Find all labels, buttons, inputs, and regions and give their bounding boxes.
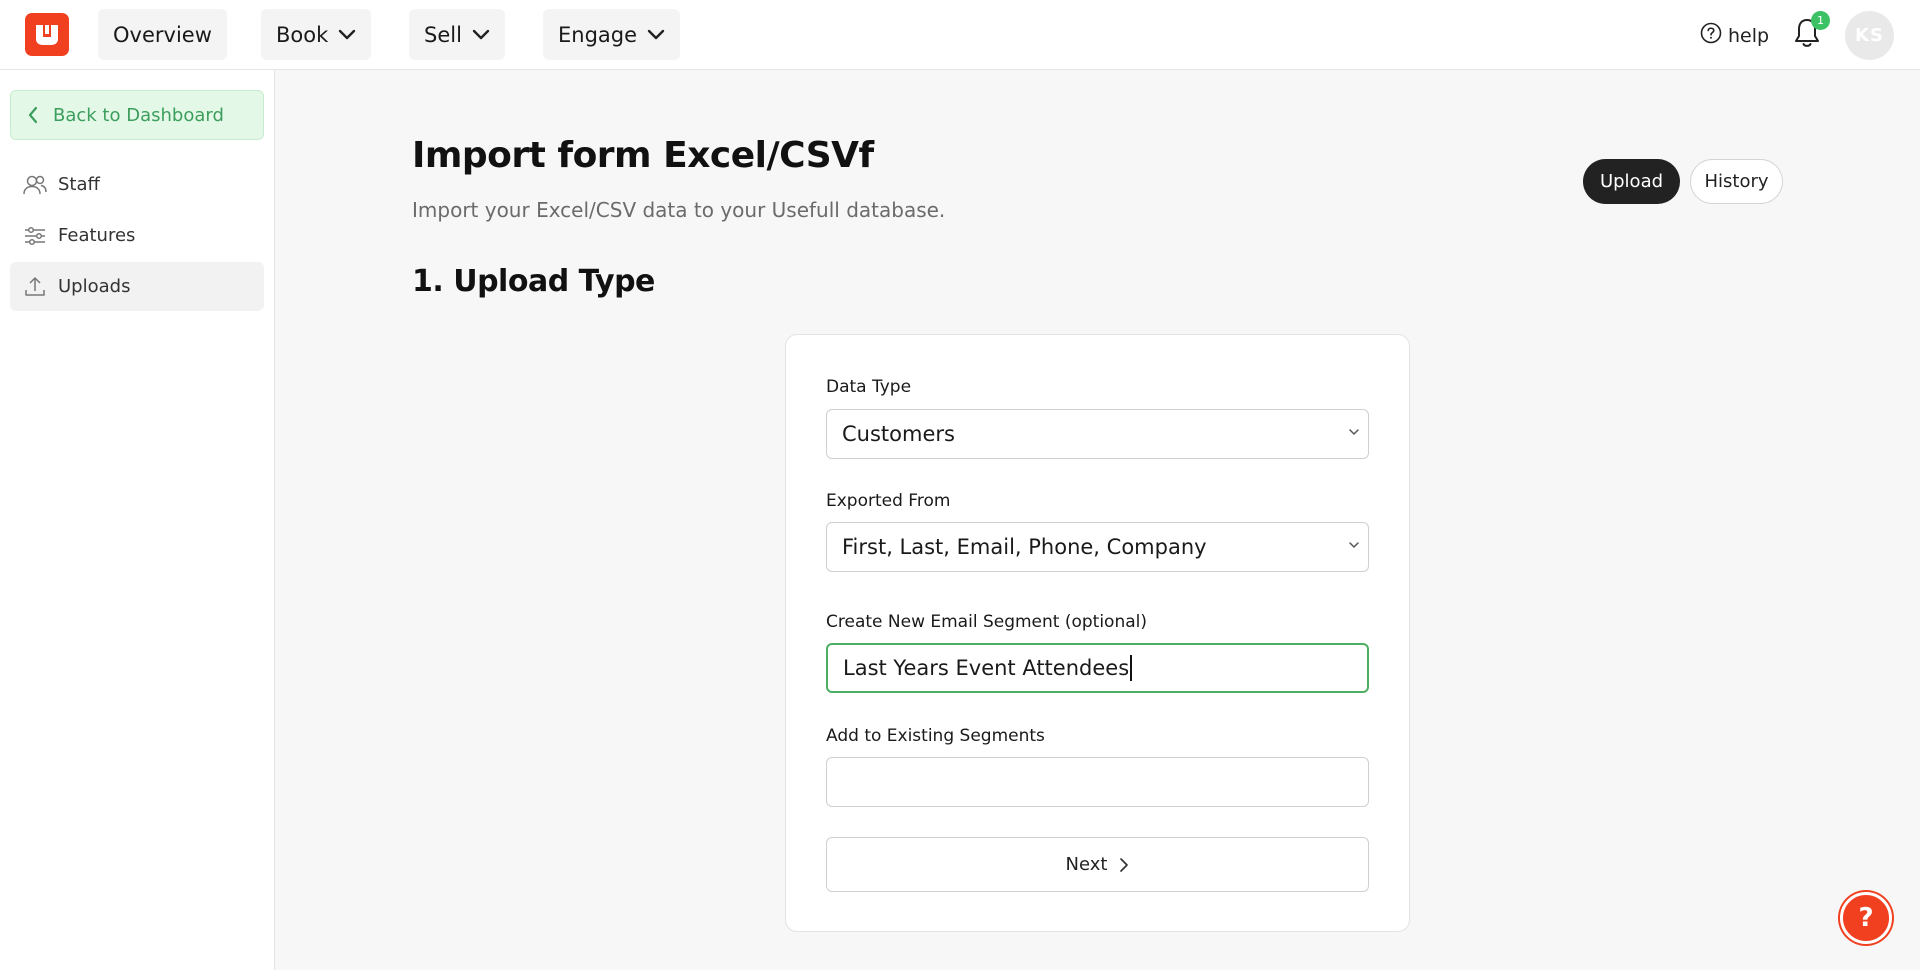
data-type-value: Customers bbox=[842, 422, 955, 446]
staff-icon bbox=[22, 172, 48, 198]
sidebar-item-features[interactable]: Features bbox=[10, 211, 264, 260]
help-link[interactable]: help bbox=[1700, 22, 1769, 49]
chevron-down-icon bbox=[1348, 540, 1360, 550]
nav-overview-label: Overview bbox=[113, 22, 212, 47]
chevron-left-icon bbox=[27, 106, 39, 124]
nav-sell-label: Sell bbox=[424, 22, 462, 47]
chevron-down-icon bbox=[338, 29, 356, 41]
chevron-down-icon bbox=[1348, 427, 1360, 437]
nav-engage[interactable]: Engage bbox=[543, 9, 681, 60]
nav-book-label: Book bbox=[276, 22, 329, 47]
nav-sell[interactable]: Sell bbox=[409, 9, 505, 60]
chevron-down-icon bbox=[647, 29, 665, 41]
next-button[interactable]: Next bbox=[826, 837, 1369, 892]
sidebar-item-uploads[interactable]: Uploads bbox=[10, 262, 264, 311]
data-type-select[interactable]: Customers bbox=[826, 409, 1369, 459]
new-segment-label: Create New Email Segment (optional) bbox=[826, 612, 1148, 632]
tab-upload[interactable]: Upload bbox=[1583, 159, 1680, 204]
sidebar-item-staff[interactable]: Staff bbox=[10, 160, 264, 209]
help-fab-button[interactable]: ? bbox=[1840, 892, 1892, 944]
top-navbar: Overview Book Sell Engage help 1 KS bbox=[0, 0, 1920, 70]
chevron-down-icon bbox=[472, 29, 490, 41]
back-to-dashboard-button[interactable]: Back to Dashboard bbox=[10, 90, 264, 140]
notification-count-badge: 1 bbox=[1811, 11, 1830, 30]
existing-segments-label: Add to Existing Segments bbox=[826, 726, 1045, 746]
nav-book[interactable]: Book bbox=[261, 9, 372, 60]
nav-overview[interactable]: Overview bbox=[98, 9, 227, 60]
brand-logo[interactable] bbox=[25, 13, 69, 56]
page-title: Import form Excel/CSVf bbox=[412, 135, 874, 176]
section-title: 1. Upload Type bbox=[412, 264, 655, 299]
sidebar-item-label: Staff bbox=[58, 174, 100, 195]
sidebar-item-label: Features bbox=[58, 225, 136, 246]
text-cursor bbox=[1130, 655, 1132, 681]
tab-history[interactable]: History bbox=[1690, 159, 1783, 204]
user-avatar[interactable]: KS bbox=[1845, 11, 1894, 60]
logo-mark-icon bbox=[36, 24, 58, 45]
sidebar: Back to Dashboard Staff Features Uploads bbox=[0, 70, 275, 970]
exported-from-label: Exported From bbox=[826, 491, 951, 511]
exported-from-value: First, Last, Email, Phone, Company bbox=[842, 535, 1207, 559]
new-segment-value: Last Years Event Attendees bbox=[843, 656, 1130, 680]
next-button-label: Next bbox=[1065, 854, 1108, 875]
chevron-right-icon bbox=[1119, 857, 1129, 873]
page-subtitle: Import your Excel/CSV data to your Usefu… bbox=[412, 198, 946, 222]
exported-from-select[interactable]: First, Last, Email, Phone, Company bbox=[826, 522, 1369, 572]
data-type-label: Data Type bbox=[826, 377, 912, 397]
help-label: help bbox=[1728, 24, 1770, 47]
upload-icon bbox=[22, 274, 48, 300]
back-to-dashboard-label: Back to Dashboard bbox=[53, 104, 224, 126]
sidebar-item-label: Uploads bbox=[58, 276, 131, 297]
sliders-icon bbox=[22, 223, 48, 249]
existing-segments-input[interactable] bbox=[826, 757, 1369, 807]
new-segment-input[interactable]: Last Years Event Attendees bbox=[826, 643, 1369, 693]
help-circle-icon bbox=[1700, 22, 1722, 49]
nav-engage-label: Engage bbox=[558, 22, 638, 47]
